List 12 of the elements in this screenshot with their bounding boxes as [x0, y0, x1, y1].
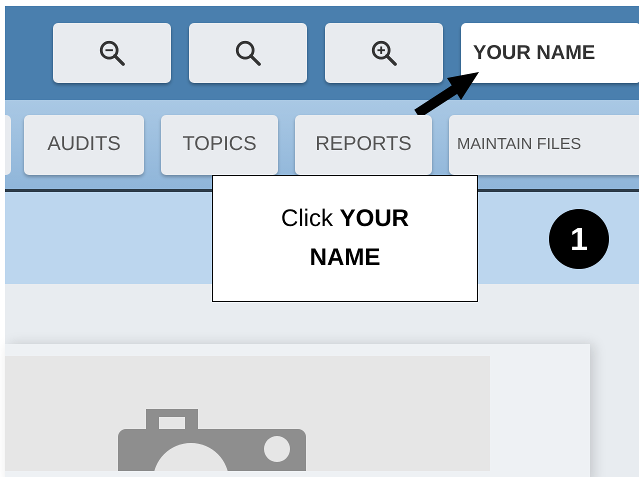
nav-tab[interactable]: TOPICS	[161, 114, 278, 174]
zoom-out-button[interactable]	[53, 23, 171, 83]
zoom-in-button[interactable]	[325, 23, 443, 83]
zoom-in-icon	[370, 39, 398, 67]
nav-tab[interactable]: MAINTAIN FILES	[449, 114, 639, 174]
zoom-out-icon	[98, 39, 126, 67]
nav-tab[interactable]: REPORTS	[295, 114, 432, 174]
callout-text: Click YOUR NAME	[212, 175, 478, 302]
nav-tab[interactable]: AUDITS	[24, 114, 144, 174]
search-icon	[234, 39, 262, 67]
user-name-button[interactable]: YOUR NAME	[461, 23, 639, 83]
zoom-reset-button[interactable]	[189, 23, 307, 83]
